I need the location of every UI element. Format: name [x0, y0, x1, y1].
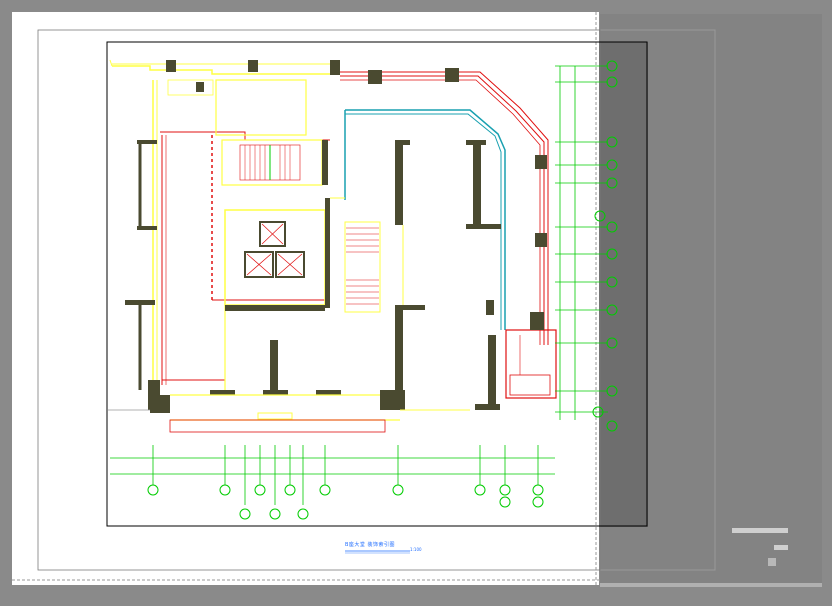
title-block-bar — [732, 528, 788, 533]
ghost-viewport — [598, 42, 648, 527]
column-icon — [137, 140, 157, 144]
title-block-square — [768, 558, 776, 566]
drawing-title: B座大堂 装饰索引图 — [345, 542, 396, 548]
drawing-scale: 1:100 — [410, 547, 422, 552]
cad-drawing-canvas[interactable] — [0, 0, 832, 606]
layout-bottom-edge — [600, 583, 822, 587]
title-block-small-bar — [774, 545, 788, 550]
